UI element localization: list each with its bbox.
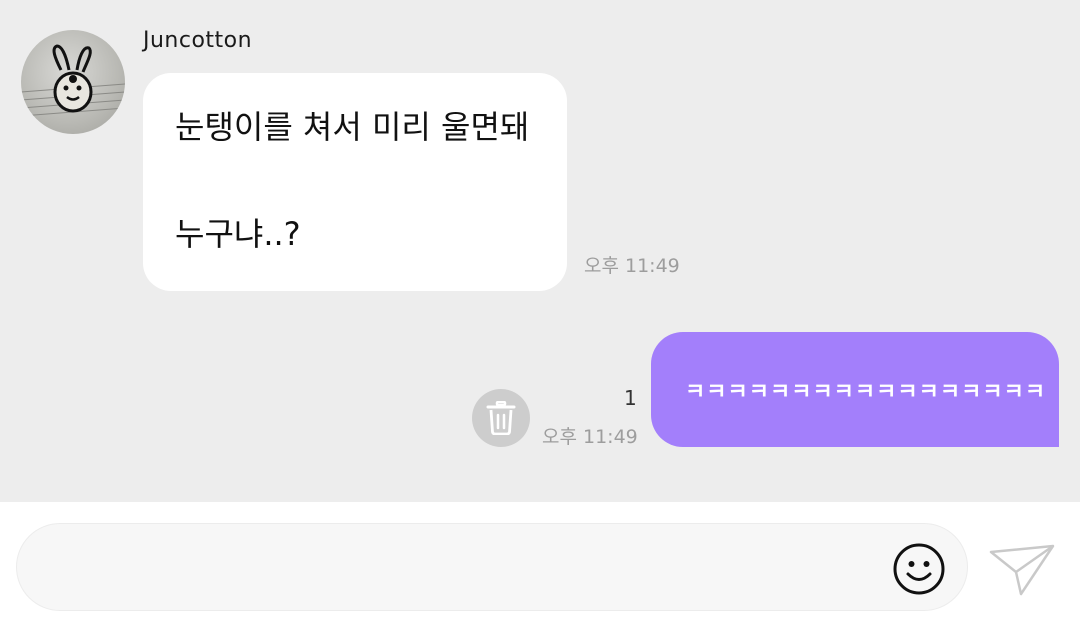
chat-area: Juncotton 눈탱이를 쳐서 미리 울면돼 누구냐..? 오후 11:49… (0, 0, 1080, 502)
smiley-icon (893, 543, 945, 595)
send-button[interactable] (988, 542, 1056, 598)
incoming-timestamp: 오후 11:49 (584, 255, 680, 277)
incoming-message-bubble[interactable]: 눈탱이를 쳐서 미리 울면돼 누구냐..? (143, 73, 567, 291)
unread-count: 1 (624, 386, 637, 410)
outgoing-message-text: ㅋㅋㅋㅋㅋㅋㅋㅋㅋㅋㅋㅋㅋㅋㅋㅋㅋ (685, 379, 1047, 405)
incoming-message-line: 누구냐..? (175, 215, 301, 253)
sender-name: Juncotton (143, 28, 253, 53)
paper-plane-icon (989, 544, 1055, 596)
message-input[interactable] (16, 523, 968, 611)
emoji-button[interactable] (892, 542, 946, 596)
outgoing-timestamp: 오후 11:49 (542, 426, 638, 448)
bunny-avatar-icon (21, 44, 125, 117)
sender-avatar[interactable] (21, 30, 125, 134)
incoming-message-line: 눈탱이를 쳐서 미리 울면돼 (175, 108, 530, 146)
delete-message-button[interactable] (472, 389, 530, 447)
trash-icon (486, 401, 516, 435)
outgoing-message-bubble[interactable]: ㅋㅋㅋㅋㅋㅋㅋㅋㅋㅋㅋㅋㅋㅋㅋㅋㅋ (651, 332, 1059, 447)
composer-bar (0, 502, 1080, 633)
